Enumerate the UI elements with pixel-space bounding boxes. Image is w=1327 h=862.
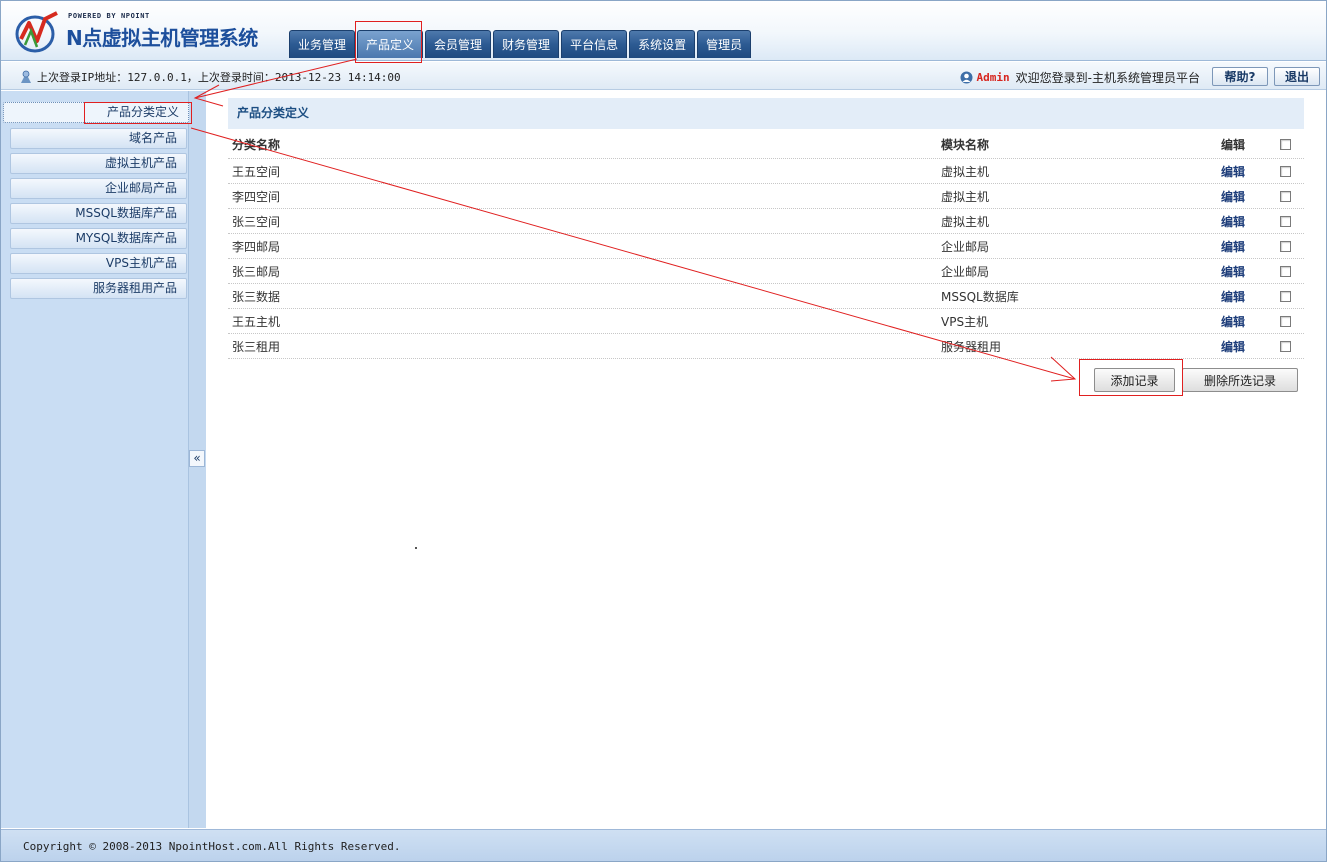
double-chevron-left-icon[interactable]: « [189, 450, 205, 467]
table-row: 张三数据 MSSQL数据库 编辑 [228, 284, 1304, 309]
edit-link[interactable]: 编辑 [1221, 288, 1245, 305]
sidebar: 产品分类定义 域名产品 虚拟主机产品 企业邮局产品 MSSQL数据库产品 MYS… [1, 91, 189, 828]
row-checkbox[interactable] [1280, 315, 1291, 327]
row-checkbox[interactable] [1280, 215, 1291, 227]
sidebar-item-vps-product[interactable]: VPS主机产品 [10, 253, 187, 274]
annotation-highlight-add-button [1079, 359, 1183, 396]
edit-link[interactable]: 编辑 [1221, 238, 1245, 255]
table-row: 张三邮局 企业邮局 编辑 [228, 259, 1304, 284]
table-row: 张三空间 虚拟主机 编辑 [228, 209, 1304, 234]
tab-platform-info[interactable]: 平台信息 [561, 30, 628, 58]
edit-link[interactable]: 编辑 [1221, 213, 1245, 230]
login-info: 上次登录IP地址：127.0.0.1，上次登录时间：2013-12-23 14:… [19, 69, 401, 85]
login-info-text: 上次登录IP地址：127.0.0.1，上次登录时间：2013-12-23 14:… [37, 71, 401, 84]
info-bar: 上次登录IP地址：127.0.0.1，上次登录时间：2013-12-23 14:… [1, 62, 1326, 90]
tab-system-settings[interactable]: 系统设置 [629, 30, 696, 58]
category-name-cell: 张三数据 [232, 289, 281, 304]
row-checkbox[interactable] [1280, 190, 1291, 202]
sidebar-item-mssql-product[interactable]: MSSQL数据库产品 [10, 203, 187, 224]
tab-business[interactable]: 业务管理 [289, 30, 356, 58]
module-name-cell: 虚拟主机 [941, 214, 990, 229]
module-name-cell: 虚拟主机 [941, 189, 990, 204]
sidebar-item-domain-product[interactable]: 域名产品 [10, 128, 187, 149]
powered-by-label: POWERED BY NPOINT [68, 12, 150, 20]
category-name-cell: 李四空间 [232, 189, 281, 204]
select-all-checkbox[interactable] [1280, 139, 1291, 150]
category-name-cell: 李四邮局 [232, 239, 281, 254]
category-name-cell: 张三租用 [232, 339, 281, 354]
user-avatar-icon [960, 71, 973, 84]
table-row: 张三租用 服务器租用 编辑 [228, 334, 1304, 359]
user-login-icon [21, 70, 31, 83]
annotation-highlight-tab [355, 21, 422, 63]
tab-members[interactable]: 会员管理 [425, 30, 492, 58]
category-name-cell: 张三邮局 [232, 264, 281, 279]
module-name-cell: MSSQL数据库 [941, 289, 1019, 304]
page-title: 产品分类定义 [228, 98, 1304, 129]
table-row: 王五空间 虚拟主机 编辑 [228, 159, 1304, 184]
column-header-name: 分类名称 [232, 138, 281, 152]
module-name-cell: 虚拟主机 [941, 164, 990, 179]
column-header-edit: 编辑 [1221, 138, 1246, 152]
edit-link[interactable]: 编辑 [1221, 188, 1245, 205]
table-row: 李四空间 虚拟主机 编辑 [228, 184, 1304, 209]
logout-button[interactable]: 退出 [1274, 67, 1320, 86]
welcome-text: 欢迎您登录到-主机系统管理员平台 [1015, 71, 1200, 85]
category-name-cell: 王五空间 [232, 164, 281, 179]
welcome-message: Admin 欢迎您登录到-主机系统管理员平台 [960, 69, 1200, 86]
module-name-cell: 企业邮局 [941, 239, 990, 254]
npoint-logo-icon [15, 11, 58, 53]
sidebar-item-server-rental-product[interactable]: 服务器租用产品 [10, 278, 187, 299]
app-logo: POWERED BY NPOINT N点虚拟主机管理系统 [13, 9, 258, 55]
category-table: 分类名称 模块名称 编辑 王五空间 虚拟主机 编辑 李四空间 虚拟主机 编辑 张… [228, 131, 1304, 359]
edit-link[interactable]: 编辑 [1221, 313, 1245, 330]
sidebar-item-mysql-product[interactable]: MYSQL数据库产品 [10, 228, 187, 249]
table-row: 李四邮局 企业邮局 编辑 [228, 234, 1304, 259]
module-name-cell: 服务器租用 [941, 339, 1002, 354]
delete-selected-button[interactable]: 删除所选记录 [1182, 368, 1298, 392]
row-checkbox[interactable] [1280, 265, 1291, 277]
sidebar-item-virtual-host-product[interactable]: 虚拟主机产品 [10, 153, 187, 174]
table-header: 分类名称 模块名称 编辑 [228, 131, 1304, 159]
module-name-cell: VPS主机 [941, 314, 989, 329]
category-name-cell: 张三空间 [232, 214, 281, 229]
row-checkbox[interactable] [1280, 165, 1291, 177]
header: POWERED BY NPOINT N点虚拟主机管理系统 业务管理 产品定义 会… [1, 1, 1326, 61]
tab-finance[interactable]: 财务管理 [493, 30, 560, 58]
row-checkbox[interactable] [1280, 340, 1291, 352]
row-checkbox[interactable] [1280, 240, 1291, 252]
annotation-highlight-sidebar-item [84, 102, 192, 124]
module-name-cell: 企业邮局 [941, 264, 990, 279]
sidebar-item-mailbox-product[interactable]: 企业邮局产品 [10, 178, 187, 199]
stray-pixel [415, 547, 417, 549]
edit-link[interactable]: 编辑 [1221, 338, 1245, 355]
admin-username: Admin [976, 71, 1010, 84]
help-button[interactable]: 帮助? [1212, 67, 1268, 86]
edit-link[interactable]: 编辑 [1221, 263, 1245, 280]
copyright-text: Copyright © 2008-2013 NpointHost.com.All… [23, 840, 401, 853]
category-name-cell: 王五主机 [232, 314, 281, 329]
app-title: N点虚拟主机管理系统 [66, 26, 258, 50]
tab-administrators[interactable]: 管理员 [697, 30, 752, 58]
table-row: 王五主机 VPS主机 编辑 [228, 309, 1304, 334]
main-content: 产品分类定义 分类名称 模块名称 编辑 王五空间 虚拟主机 编辑 李四空间 虚拟… [206, 91, 1326, 828]
row-checkbox[interactable] [1280, 290, 1291, 302]
column-header-module: 模块名称 [941, 138, 990, 152]
edit-link[interactable]: 编辑 [1221, 163, 1245, 180]
footer: Copyright © 2008-2013 NpointHost.com.All… [1, 829, 1326, 861]
